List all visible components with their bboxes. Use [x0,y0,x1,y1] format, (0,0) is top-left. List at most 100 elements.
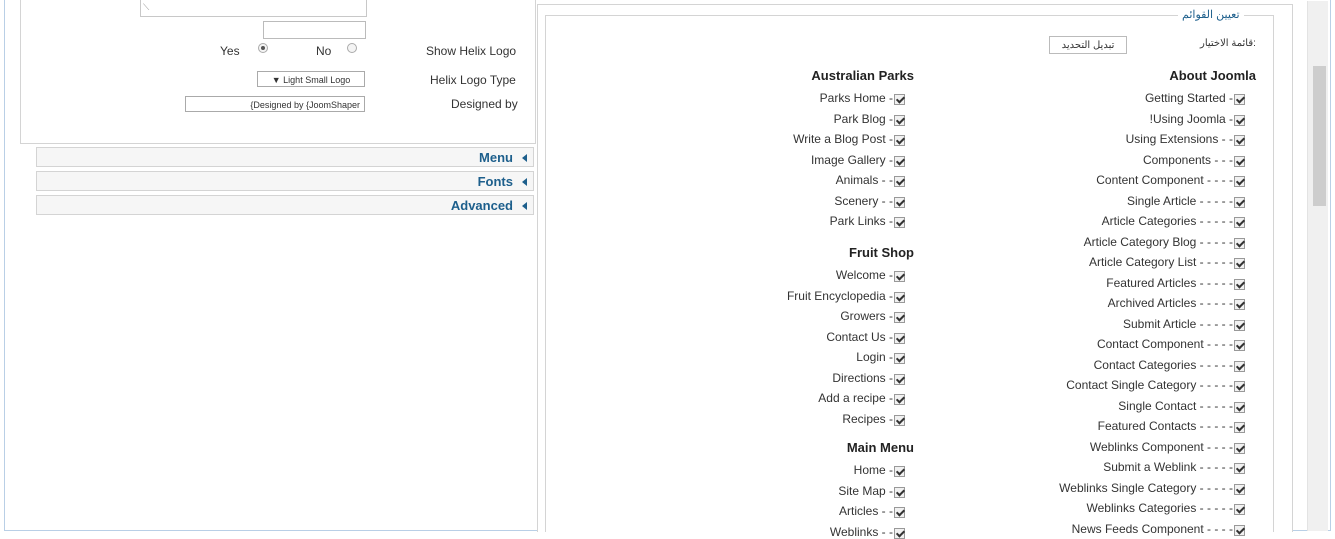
no-radio[interactable] [347,43,357,53]
menu-item-label: Archived Articles - - - - - [1107,296,1233,310]
menu-item-checkbox[interactable] [894,312,905,323]
menu-item-row[interactable]: Scenery - - [834,194,905,208]
menu-item-checkbox[interactable] [894,353,905,364]
menu-item-label: Add a recipe - [818,391,893,405]
menu-item-checkbox[interactable] [1234,94,1245,105]
menu-item-row[interactable]: Content Component - - - - [1096,173,1245,187]
menu-item-checkbox[interactable] [894,291,905,303]
menu-item-checkbox[interactable] [1234,381,1245,392]
yes-radio[interactable] [258,43,268,53]
toggle-selection-button[interactable]: تبديل التحديد [1049,36,1127,54]
menu-item-checkbox[interactable] [894,373,905,385]
accordion-fonts[interactable]: Fonts [36,171,534,191]
menu-item-row[interactable]: Single Contact - - - - - [1118,399,1245,413]
menu-item-row[interactable]: Login - [856,350,905,364]
menu-item-row[interactable]: News Feeds Component - - - - [1072,522,1245,536]
menu-item-row[interactable]: Articles - - [839,504,905,518]
menu-item-checkbox[interactable] [894,507,905,518]
menu-item-row[interactable]: Submit a Weblink - - - - - [1103,460,1245,474]
menu-item-row[interactable]: Write a Blog Post - [793,132,905,146]
menu-item-row[interactable]: Image Gallery - [811,153,905,167]
menu-item-checkbox[interactable] [1234,237,1245,249]
menu-item-row[interactable]: Weblinks Categories - - - - - [1087,501,1245,515]
menu-item-row[interactable]: Weblinks - - [830,525,905,539]
menu-item-checkbox[interactable] [894,271,905,282]
menu-item-row[interactable]: Getting Started - [1145,91,1245,105]
menu-item-checkbox[interactable] [1234,504,1245,515]
menu-item-row[interactable]: Weblinks Single Category - - - - - [1059,481,1245,495]
menu-item-row[interactable]: Home - [854,463,905,477]
menu-item-row[interactable]: Single Article - - - - - [1127,194,1245,208]
menu-item-row[interactable]: Park Blog - [834,112,905,126]
menu-item-row[interactable]: Contact Categories - - - - - [1094,358,1245,372]
menu-item-checkbox[interactable] [1234,401,1245,413]
menu-item-checkbox[interactable] [894,155,905,167]
menu-item-row[interactable]: Site Map - [838,484,905,498]
select-list-label: قائمة الاختيار: [1200,38,1256,49]
menu-item-row[interactable]: Animals - - [836,173,905,187]
menu-item-row[interactable]: Recipes - [842,412,905,426]
menu-item-checkbox[interactable] [1234,114,1245,126]
scrollbar-thumb[interactable] [1313,66,1326,206]
accordion-advanced-label: Advanced [450,198,513,213]
menu-item-row[interactable]: Contact Single Category - - - - - [1066,378,1245,392]
menu-item-checkbox[interactable] [1234,278,1245,290]
menu-item-label: Fruit Encyclopedia - [786,288,893,303]
menu-item-row[interactable]: Weblinks Component - - - - [1090,440,1245,454]
menu-item-row[interactable]: Featured Articles - - - - - [1106,276,1245,290]
textarea-field[interactable]: ⟍ [140,0,367,17]
menu-item-row[interactable]: !Using Joomla - [1150,112,1245,126]
menu-item-checkbox[interactable] [894,94,905,105]
menu-item-checkbox[interactable] [894,176,905,187]
menu-item-checkbox[interactable] [1234,319,1245,331]
menu-item-row[interactable]: Add a recipe - [818,391,905,405]
menu-item-checkbox[interactable] [1234,340,1245,351]
menu-item-row[interactable]: Using Extensions - - [1126,132,1245,146]
menu-item-checkbox[interactable] [1234,524,1245,536]
menu-item-row[interactable]: Growers - [840,309,905,323]
menu-item-checkbox[interactable] [1234,196,1245,208]
menu-item-row[interactable]: Article Category Blog - - - - - [1084,235,1245,249]
text-input-field[interactable] [263,21,366,39]
menu-item-row[interactable]: Directions - [832,371,905,385]
menu-item-checkbox[interactable] [894,135,905,146]
menu-item-checkbox[interactable] [1234,360,1245,372]
menu-item-checkbox[interactable] [894,196,905,208]
menu-item-checkbox[interactable] [894,394,905,405]
accordion-menu[interactable]: Menu [36,147,534,167]
menu-item-row[interactable]: Contact Component - - - - [1097,337,1245,351]
menu-item-checkbox[interactable] [894,466,905,477]
menu-item-row[interactable]: Archived Articles - - - - - [1108,296,1245,310]
menu-item-checkbox[interactable] [894,114,905,126]
menu-item-checkbox[interactable] [894,332,905,344]
menu-item-row[interactable]: Park Links - [830,214,905,228]
menu-item-checkbox[interactable] [894,217,905,228]
menu-item-label: Site Map - [838,483,893,498]
menu-item-checkbox[interactable] [1234,258,1245,269]
menu-item-checkbox[interactable] [1234,155,1245,167]
menu-item-checkbox[interactable] [1234,135,1245,146]
menu-item-row[interactable]: Welcome - [836,268,905,282]
resize-grip-icon[interactable]: ⟍ [143,2,149,13]
menu-item-checkbox[interactable] [1234,176,1245,187]
accordion-advanced[interactable]: Advanced [36,195,534,215]
menu-item-row[interactable]: Featured Contacts - - - - - [1098,419,1245,433]
designed-by-input[interactable]: {Designed by {JoomShaper [185,96,365,112]
menu-item-row[interactable]: Article Categories - - - - - [1102,214,1245,228]
menu-item-checkbox[interactable] [894,486,905,498]
menu-item-row[interactable]: Components - - - [1143,153,1245,167]
menu-item-row[interactable]: Fruit Encyclopedia - [787,289,905,303]
logo-type-select[interactable]: ▼ Light Small Logo [257,71,365,87]
menu-item-row[interactable]: Submit Article - - - - - [1123,317,1245,331]
menu-item-row[interactable]: Article Category List - - - - - [1089,255,1245,269]
menu-item-checkbox[interactable] [1234,422,1245,433]
menu-item-checkbox[interactable] [894,414,905,426]
menu-item-checkbox[interactable] [1234,217,1245,228]
menu-item-row[interactable]: Parks Home - [820,91,905,105]
menu-item-checkbox[interactable] [1234,442,1245,454]
menu-item-checkbox[interactable] [1234,463,1245,474]
menu-item-checkbox[interactable] [1234,483,1245,495]
menu-item-checkbox[interactable] [1234,299,1245,310]
menu-item-checkbox[interactable] [894,527,905,539]
menu-item-row[interactable]: Contact Us - [826,330,905,344]
